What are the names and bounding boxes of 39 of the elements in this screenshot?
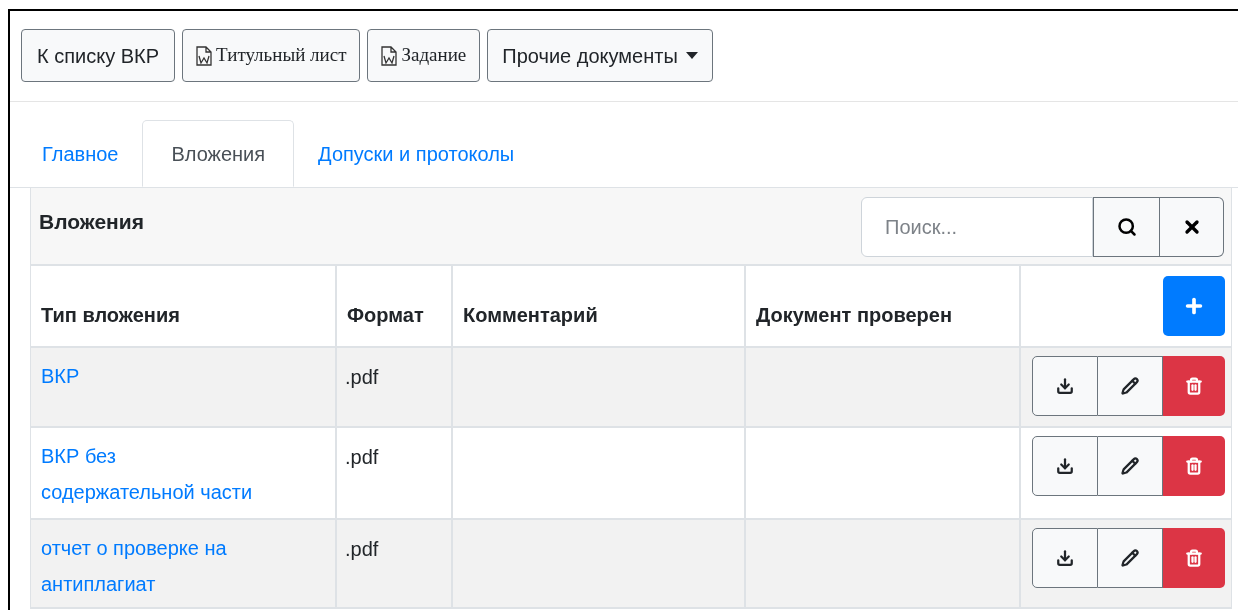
back-button[interactable]: К списку ВКР (21, 29, 176, 82)
trash-icon (1185, 377, 1203, 395)
tab[interactable]: Главное (18, 120, 143, 187)
document-button[interactable]: Титульный лист (182, 29, 361, 82)
attachment-link[interactable]: ВКР без содержательной части (41, 438, 271, 510)
attachment-link[interactable]: отчет о проверке на антиплагиат (41, 530, 271, 602)
caret-icon (685, 52, 698, 59)
document-icon (381, 45, 398, 66)
search-field[interactable]: Поиск... (861, 197, 1093, 257)
pencil-icon (1121, 377, 1139, 395)
add-button[interactable] (1163, 276, 1225, 336)
download-icon (1056, 457, 1074, 475)
delete-button[interactable] (1163, 436, 1225, 496)
pencil-icon (1121, 549, 1139, 567)
edit-button[interactable] (1098, 528, 1163, 588)
document-button[interactable]: Задание (367, 29, 481, 82)
download-button[interactable] (1032, 528, 1098, 588)
trash-icon (1185, 549, 1203, 567)
search-icon (1116, 217, 1137, 237)
clear-button[interactable] (1160, 197, 1224, 257)
search-button[interactable] (1093, 197, 1160, 257)
tab[interactable]: Вложения (142, 120, 295, 187)
attachment-link[interactable]: ВКР (41, 358, 271, 394)
panel-title: Вложения (39, 209, 144, 235)
download-icon (1056, 549, 1074, 567)
edit-button[interactable] (1098, 356, 1163, 416)
trash-icon (1185, 457, 1203, 475)
document-icon (196, 45, 213, 66)
pencil-icon (1121, 457, 1139, 475)
dropdown-button[interactable]: Прочие документы (487, 29, 713, 82)
download-button[interactable] (1032, 436, 1098, 496)
download-icon (1056, 377, 1074, 395)
plus-icon (1183, 295, 1205, 317)
delete-button[interactable] (1163, 356, 1225, 416)
delete-button[interactable] (1163, 528, 1225, 588)
download-button[interactable] (1032, 356, 1098, 416)
tab[interactable]: Допуски и протоколы (294, 120, 539, 187)
table-cell: .pdf (336, 519, 452, 608)
edit-button[interactable] (1098, 436, 1163, 496)
